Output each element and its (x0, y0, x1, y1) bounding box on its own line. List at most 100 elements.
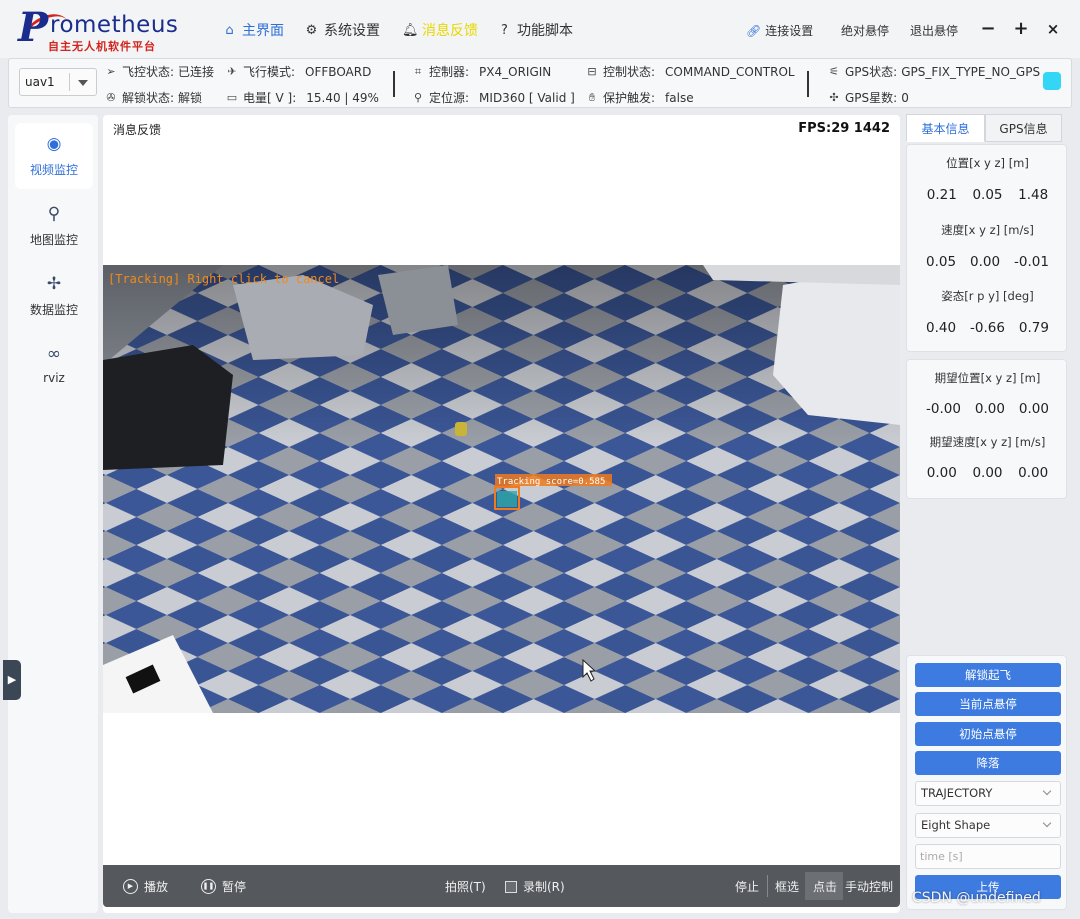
close-button[interactable]: × (1043, 18, 1063, 40)
flight-mode: ✈ 飞行模式: OFFBOARD (225, 63, 371, 80)
pause-button[interactable]: ❚❚ 暂停 (201, 878, 246, 895)
record-checkbox[interactable]: 录制(R) (505, 878, 565, 895)
fc-state-label: 飞控状态: (122, 65, 175, 79)
gps-state-label: GPS状态: (845, 65, 898, 79)
box-select-button[interactable]: 框选 (775, 878, 799, 895)
video-frame-image: Tracking score=0.585 [Tracking] Right cl… (103, 265, 900, 713)
status-divider (807, 71, 809, 97)
settings-icon: ⚙ (305, 22, 318, 38)
location-source: ⚲ 定位源: MID360 [ Valid ] (411, 89, 575, 106)
plane-icon: ✈ (227, 65, 237, 78)
position-x: 0.21 (926, 187, 957, 203)
video-panel: 消息反馈 FPS:29 1442 Tracking score=0.585 [T… (103, 115, 900, 913)
controller-value: PX4_ORIGIN (479, 64, 552, 79)
time-input[interactable]: time [s] (915, 844, 1061, 869)
sidebar-collapse-toggle[interactable]: ▶ (3, 660, 21, 700)
battery-value: 15.40 | 49% (306, 90, 379, 105)
help-icon: ? (501, 22, 508, 38)
manual-control-button[interactable]: 手动控制 (845, 878, 893, 895)
map-pin-icon: ⚲ (47, 204, 61, 224)
logo-subtitle: 自主无人机软件平台 (48, 40, 156, 53)
gps-satellites-label: GPS星数: (845, 91, 898, 105)
location-source-value: MID360 [ Valid ] (479, 90, 575, 105)
control-state: ⊟ 控制状态: COMMAND_CONTROL (585, 63, 795, 80)
video-feed[interactable]: Tracking score=0.585 [Tracking] Right cl… (103, 265, 900, 713)
play-button[interactable]: ▶ 播放 (123, 878, 168, 895)
nav-message-feedback-label: 消息反馈 (422, 23, 478, 39)
desired-position-label: 期望位置[x y z] [m] (934, 371, 1041, 385)
trajectory-shape-select[interactable]: Eight Shape (915, 813, 1061, 838)
send-icon: ➢ (106, 65, 116, 78)
attitude-yaw: 0.79 (1018, 320, 1049, 336)
arm-state: ✇ 解锁状态: 解锁 (104, 89, 202, 106)
position-y: 0.05 (972, 187, 1003, 203)
stop-button[interactable]: 停止 (735, 878, 759, 895)
uav-selector-value: uav1 (25, 75, 55, 89)
control-state-value: COMMAND_CONTROL (665, 64, 795, 79)
arm-takeoff-button[interactable]: 解锁起飞 (915, 663, 1061, 687)
arm-state-label: 解锁状态: (122, 91, 175, 105)
tab-gps-info[interactable]: GPS信息 (985, 114, 1062, 142)
satellite-count-icon: ✣ (829, 91, 839, 104)
click-button[interactable]: 点击 (813, 878, 837, 895)
tracking-overlay-text: [Tracking] Right click to cancel (108, 272, 339, 286)
rviz-icon: ∞ (46, 344, 62, 364)
desired-position-z: 0.00 (1018, 401, 1049, 417)
drone-icon: ✢ (46, 274, 62, 294)
protection-label: 保护触发: (603, 91, 656, 105)
connection-settings-button[interactable]: 🔗︎ 连接设置 (746, 22, 813, 39)
sidebar-item-map[interactable]: ⚲ 地图监控 (15, 193, 93, 259)
fc-state-value: 已连接 (178, 65, 215, 79)
sidebar-item-label: 数据监控 (29, 303, 78, 317)
watermark: CSDN @undefined (912, 890, 1041, 906)
battery-icon: ▭ (226, 91, 238, 104)
gps-state: ⚟ GPS状态: GPS_FIX_TYPE_NO_GPS (827, 63, 1040, 80)
control-state-label: 控制状态: (603, 65, 656, 79)
camera-icon: ◉ (46, 134, 62, 154)
uav-selector-divider (69, 73, 70, 91)
satellite-icon: ⚟ (829, 65, 839, 78)
hover-current-button[interactable]: 当前点悬停 (915, 692, 1061, 716)
uav-selector[interactable]: uav1 (19, 68, 97, 96)
control-mode-select[interactable]: TRAJECTORY (915, 781, 1061, 806)
maximize-button[interactable]: + (1011, 18, 1031, 40)
exit-hover-button[interactable]: 退出悬停 (910, 22, 958, 39)
tab-basic-info[interactable]: 基本信息 (906, 114, 985, 142)
hover-initial-button[interactable]: 初始点悬停 (915, 722, 1061, 746)
attitude-label: 姿态[r p y] [deg] (941, 289, 1034, 303)
bell-icon: 🔔︎ (402, 22, 419, 38)
photo-button[interactable]: 拍照(T) (445, 878, 486, 895)
dropdown-caret-icon (78, 80, 88, 86)
absolute-hover-button[interactable]: 绝对悬停 (841, 22, 889, 39)
velocity-z: -0.01 (1014, 254, 1049, 270)
play-label: 播放 (144, 880, 169, 894)
control-icon: ⊟ (587, 65, 597, 78)
home-icon: ⌂ (225, 22, 234, 38)
desired-position-y: 0.00 (974, 401, 1005, 417)
controller: ⌗ 控制器: PX4_ORIGIN (411, 63, 551, 80)
sidebar-item-rviz[interactable]: ∞ rviz (15, 333, 93, 399)
flight-control-panel: 解锁起飞 当前点悬停 初始点悬停 降落 TRAJECTORY Eight Sha… (906, 655, 1067, 910)
nav-home[interactable]: ⌂ 主界面 (222, 20, 284, 40)
desired-position-values: -0.00 0.00 0.00 (907, 401, 1068, 417)
position-label: 位置[x y z] [m] (946, 156, 1029, 170)
trajectory-shape-value: Eight Shape (921, 818, 991, 832)
minimize-button[interactable]: − (978, 18, 998, 40)
attitude-roll: 0.40 (925, 320, 957, 336)
position-z: 1.48 (1018, 187, 1049, 203)
nav-function-scripts[interactable]: ? 功能脚本 (497, 20, 573, 40)
sidebar-item-data[interactable]: ✢ 数据监控 (15, 263, 93, 329)
nav-message-feedback[interactable]: 🔔︎ 消息反馈 (402, 20, 478, 40)
record-label: 录制(R) (523, 880, 565, 894)
chevron-down-icon (1042, 818, 1052, 828)
nav-home-label: 主界面 (242, 23, 284, 39)
sidebar-item-video[interactable]: ◉ 视频监控 (15, 123, 93, 189)
desired-velocity-label: 期望速度[x y z] [m/s] (929, 435, 1046, 449)
flight-mode-label: 飞行模式: (243, 65, 296, 79)
land-button[interactable]: 降落 (915, 751, 1061, 775)
nav-system-settings[interactable]: ⚙ 系统设置 (304, 20, 380, 40)
gps-status-indicator (1043, 72, 1061, 90)
connection-settings-label: 连接设置 (765, 24, 814, 38)
nav-function-scripts-label: 功能脚本 (517, 23, 573, 39)
velocity-label: 速度[x y z] [m/s] (941, 223, 1034, 237)
